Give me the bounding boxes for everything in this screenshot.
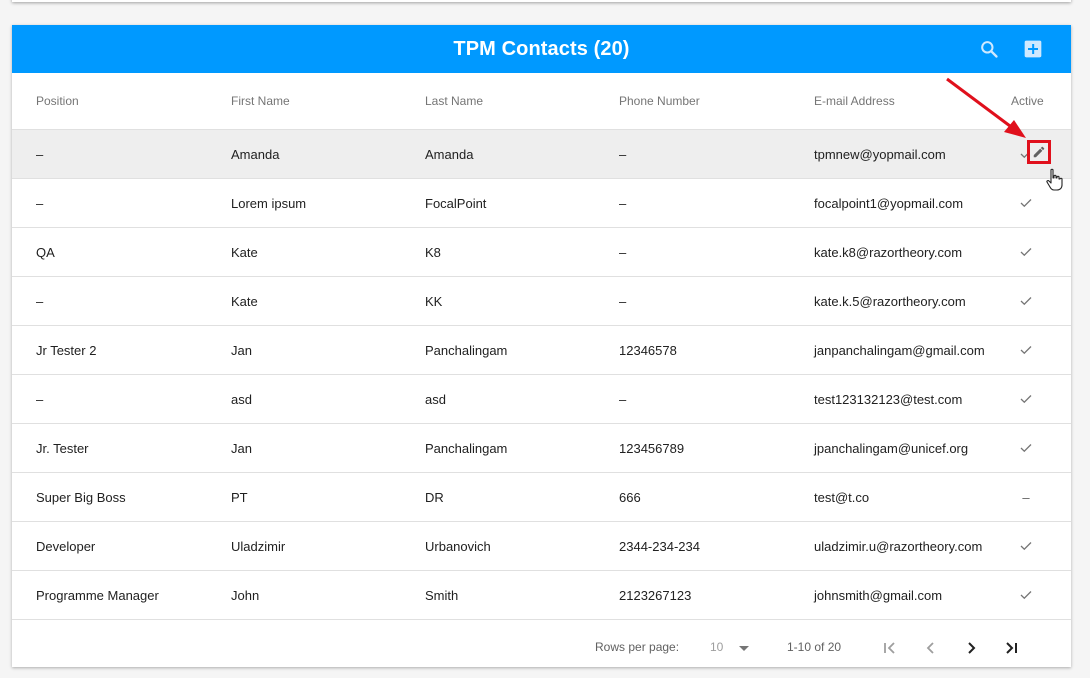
last-page-icon[interactable] xyxy=(999,636,1023,660)
cell-last-name: Panchalingam xyxy=(425,440,508,456)
cell-first-name: Uladzimir xyxy=(231,538,286,554)
search-icon[interactable] xyxy=(977,37,1001,61)
table-row[interactable]: Programme Manager John Smith 2123267123 john… xyxy=(12,571,1071,620)
cell-position: Jr Tester 2 xyxy=(36,342,97,358)
cell-first-name: Kate xyxy=(231,293,258,309)
cell-phone-number: 2123267123 xyxy=(619,587,692,603)
cell-last-name: Smith xyxy=(425,587,459,603)
cell-first-name: Jan xyxy=(231,342,252,358)
column-header-last-name[interactable]: Last Name xyxy=(425,94,483,108)
cell-first-name: Lorem ipsum xyxy=(231,195,307,211)
table-row[interactable]: – Amanda Amanda – tpmnew@yopmail.com xyxy=(12,130,1071,191)
chevron-left-icon[interactable] xyxy=(919,636,943,660)
cell-email-address: tpmnew@yopmail.com xyxy=(814,146,946,162)
cell-last-name: DR xyxy=(425,489,444,505)
cell-first-name: PT xyxy=(231,489,248,505)
cell-phone-number: – xyxy=(619,244,627,260)
cell-last-name: asd xyxy=(425,391,446,407)
tpm-contacts-card: TPM Contacts (20) Position First Name La… xyxy=(12,25,1071,667)
edit-pencil-icon[interactable] xyxy=(1027,140,1051,164)
cell-email-address: focalpoint1@yopmail.com xyxy=(814,195,964,211)
cell-email-address: kate.k.5@razortheory.com xyxy=(814,293,966,309)
cell-phone-number: – xyxy=(619,146,627,162)
cell-position: – xyxy=(36,146,44,162)
cell-first-name: Amanda xyxy=(231,146,280,162)
cell-position: Programme Manager xyxy=(36,587,159,603)
cell-phone-number: – xyxy=(619,195,627,211)
cell-email-address: johnsmith@gmail.com xyxy=(814,587,943,603)
rows-per-page-select[interactable]: 10 xyxy=(710,640,723,654)
check-icon xyxy=(1018,391,1034,407)
chevron-right-icon[interactable] xyxy=(959,636,983,660)
column-header-position[interactable]: Position xyxy=(36,94,79,108)
cell-phone-number: 2344-234-234 xyxy=(619,538,700,554)
check-icon xyxy=(1018,195,1034,211)
cell-first-name: Jan xyxy=(231,440,252,456)
table-pagination: Rows per page: 10 1-10 of 20 xyxy=(12,620,1071,676)
cell-last-name: KK xyxy=(425,293,443,309)
table-row[interactable]: Jr. Tester Jan Panchalingam 123456789 jpanch… xyxy=(12,424,1071,473)
column-header-active[interactable]: Active xyxy=(1011,94,1044,108)
cell-first-name: Kate xyxy=(231,244,258,260)
table-row[interactable]: – asd asd – test123132123@test.com xyxy=(12,375,1071,424)
cell-email-address: kate.k8@razortheory.com xyxy=(814,244,963,260)
first-page-icon[interactable] xyxy=(878,636,902,660)
cell-email-address: test123132123@test.com xyxy=(814,391,963,407)
cell-first-name: John xyxy=(231,587,260,603)
cell-position: Super Big Boss xyxy=(36,489,126,505)
active-status: – xyxy=(1022,489,1030,505)
rows-per-page-label: Rows per page: xyxy=(595,640,680,654)
column-header-email-address[interactable]: E-mail Address xyxy=(814,94,895,108)
cell-email-address: uladzimir.u@razortheory.com xyxy=(814,538,983,554)
check-icon xyxy=(1018,342,1034,358)
table-header: Position First Name Last Name Phone Numb… xyxy=(12,73,1071,130)
pagination-range: 1-10 of 20 xyxy=(787,640,842,654)
table-row[interactable]: Super Big Boss PT DR 666 test@t.co – xyxy=(12,473,1071,522)
table-body: – Amanda Amanda – tpmnew@yopmail.com – Lorem i… xyxy=(12,130,1071,620)
table-row[interactable]: – Lorem ipsum FocalPoint – focalpoint1@yopma… xyxy=(12,179,1071,228)
table-row[interactable]: QA Kate K8 – kate.k8@razortheory.com xyxy=(12,228,1071,277)
check-icon xyxy=(1018,244,1034,260)
dropdown-arrow-icon[interactable] xyxy=(738,642,750,656)
cell-last-name: Urbanovich xyxy=(425,538,491,554)
cell-phone-number: – xyxy=(619,293,627,309)
cell-email-address: jpanchalingam@unicef.org xyxy=(814,440,969,456)
cell-position: Developer xyxy=(36,538,96,554)
cell-last-name: Amanda xyxy=(425,146,474,162)
cell-first-name: asd xyxy=(231,391,252,407)
check-icon xyxy=(1018,293,1034,309)
cell-position: – xyxy=(36,293,44,309)
cell-position: – xyxy=(36,391,44,407)
card-title: TPM Contacts (20) xyxy=(453,37,630,60)
cell-phone-number: 12346578 xyxy=(619,342,677,358)
cell-last-name: K8 xyxy=(425,244,441,260)
column-header-phone-number[interactable]: Phone Number xyxy=(619,94,700,108)
hand-cursor-icon xyxy=(1045,168,1063,197)
cell-phone-number: 666 xyxy=(619,489,641,505)
table-row[interactable]: Developer Uladzimir Urbanovich 2344-234-234… xyxy=(12,522,1071,571)
previous-card-edge xyxy=(12,0,1071,2)
table-row[interactable]: – Kate KK – kate.k.5@razortheory.com xyxy=(12,277,1071,326)
cell-last-name: Panchalingam xyxy=(425,342,508,358)
check-icon xyxy=(1018,538,1034,554)
table-row[interactable]: Jr Tester 2 Jan Panchalingam 12346578 janpan… xyxy=(12,326,1071,375)
column-header-first-name[interactable]: First Name xyxy=(231,94,290,108)
card-header: TPM Contacts (20) xyxy=(12,25,1071,73)
cell-phone-number: 123456789 xyxy=(619,440,685,456)
cell-phone-number: – xyxy=(619,391,627,407)
cell-position: – xyxy=(36,195,44,211)
check-icon xyxy=(1018,587,1034,603)
cell-position: Jr. Tester xyxy=(36,440,89,456)
add-box-icon[interactable] xyxy=(1021,37,1045,61)
cell-position: QA xyxy=(36,244,55,260)
cell-email-address: test@t.co xyxy=(814,489,870,505)
check-icon xyxy=(1018,440,1034,456)
cell-last-name: FocalPoint xyxy=(425,195,487,211)
cell-email-address: janpanchalingam@gmail.com xyxy=(814,342,985,358)
